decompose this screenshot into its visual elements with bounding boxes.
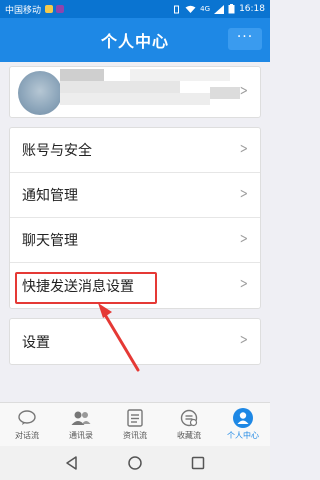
page-title: 个人中心 (100, 32, 169, 51)
news-icon (125, 408, 145, 428)
recents-icon[interactable] (190, 455, 206, 471)
wifi-icon (185, 5, 196, 13)
avatar (18, 71, 62, 115)
menu-item-label: 设置 (22, 334, 50, 351)
network-type-label: 4G (200, 5, 211, 13)
person-icon (233, 408, 253, 428)
favorites-icon (179, 408, 199, 428)
menu-item-chat-management[interactable]: 聊天管理 > (10, 218, 260, 263)
menu-item-notification-management[interactable]: 通知管理 > (10, 173, 260, 218)
blurred-username (60, 69, 104, 81)
chat-icon (17, 408, 37, 428)
tab-label: 收藏流 (177, 431, 201, 440)
chevron-right-icon: > (240, 186, 249, 202)
system-nav-bar (0, 446, 270, 480)
header-bar: 个人中心 ··· (0, 18, 270, 62)
vibrate-icon (174, 5, 180, 13)
battery-icon (228, 4, 235, 14)
blurred-account-id (130, 69, 230, 81)
chevron-right-icon: > (240, 83, 249, 99)
chevron-right-icon: > (240, 141, 249, 157)
tab-label: 对话流 (15, 431, 39, 440)
app-notification-icon (56, 5, 65, 13)
tab-favorites[interactable]: 收藏流 (162, 403, 216, 446)
status-bar: 中国移动 4G 16:18 (0, 0, 270, 18)
contacts-icon (71, 408, 91, 428)
menu-item-settings[interactable]: 设置 > (10, 319, 260, 364)
tab-chat[interactable]: 对话流 (0, 403, 54, 446)
menu-item-label: 通知管理 (22, 188, 78, 204)
highlight-box (15, 272, 157, 304)
more-button[interactable]: ··· (228, 28, 262, 50)
clock-label: 16:18 (239, 4, 265, 14)
blurred-account-id (210, 87, 240, 99)
chevron-right-icon: > (240, 332, 249, 348)
app-notification-icon (45, 5, 54, 13)
carrier-label: 中国移动 (5, 5, 42, 16)
profile-card[interactable]: > (9, 66, 261, 118)
back-icon[interactable] (64, 455, 80, 471)
chevron-right-icon: > (240, 276, 249, 292)
blurred-username (60, 81, 180, 93)
chevron-right-icon: > (240, 231, 249, 247)
tab-label: 资讯流 (123, 431, 147, 440)
signal-icon (214, 4, 225, 14)
home-icon[interactable] (127, 455, 143, 471)
tab-label: 通讯录 (69, 431, 93, 440)
menu-item-label: 聊天管理 (22, 233, 78, 249)
tab-personal-center[interactable]: 个人中心 (216, 403, 270, 446)
menu-group-settings: 设置 > (9, 318, 261, 365)
tab-contacts[interactable]: 通讯录 (54, 403, 108, 446)
bottom-tab-bar: 对话流 通讯录 资讯流 收藏流 个人中心 (0, 402, 270, 446)
tab-label: 个人中心 (227, 431, 259, 440)
tab-news[interactable]: 资讯流 (108, 403, 162, 446)
menu-item-account-security[interactable]: 账号与安全 > (10, 128, 260, 173)
blurred-account-id (60, 93, 210, 105)
menu-item-label: 账号与安全 (22, 143, 92, 159)
